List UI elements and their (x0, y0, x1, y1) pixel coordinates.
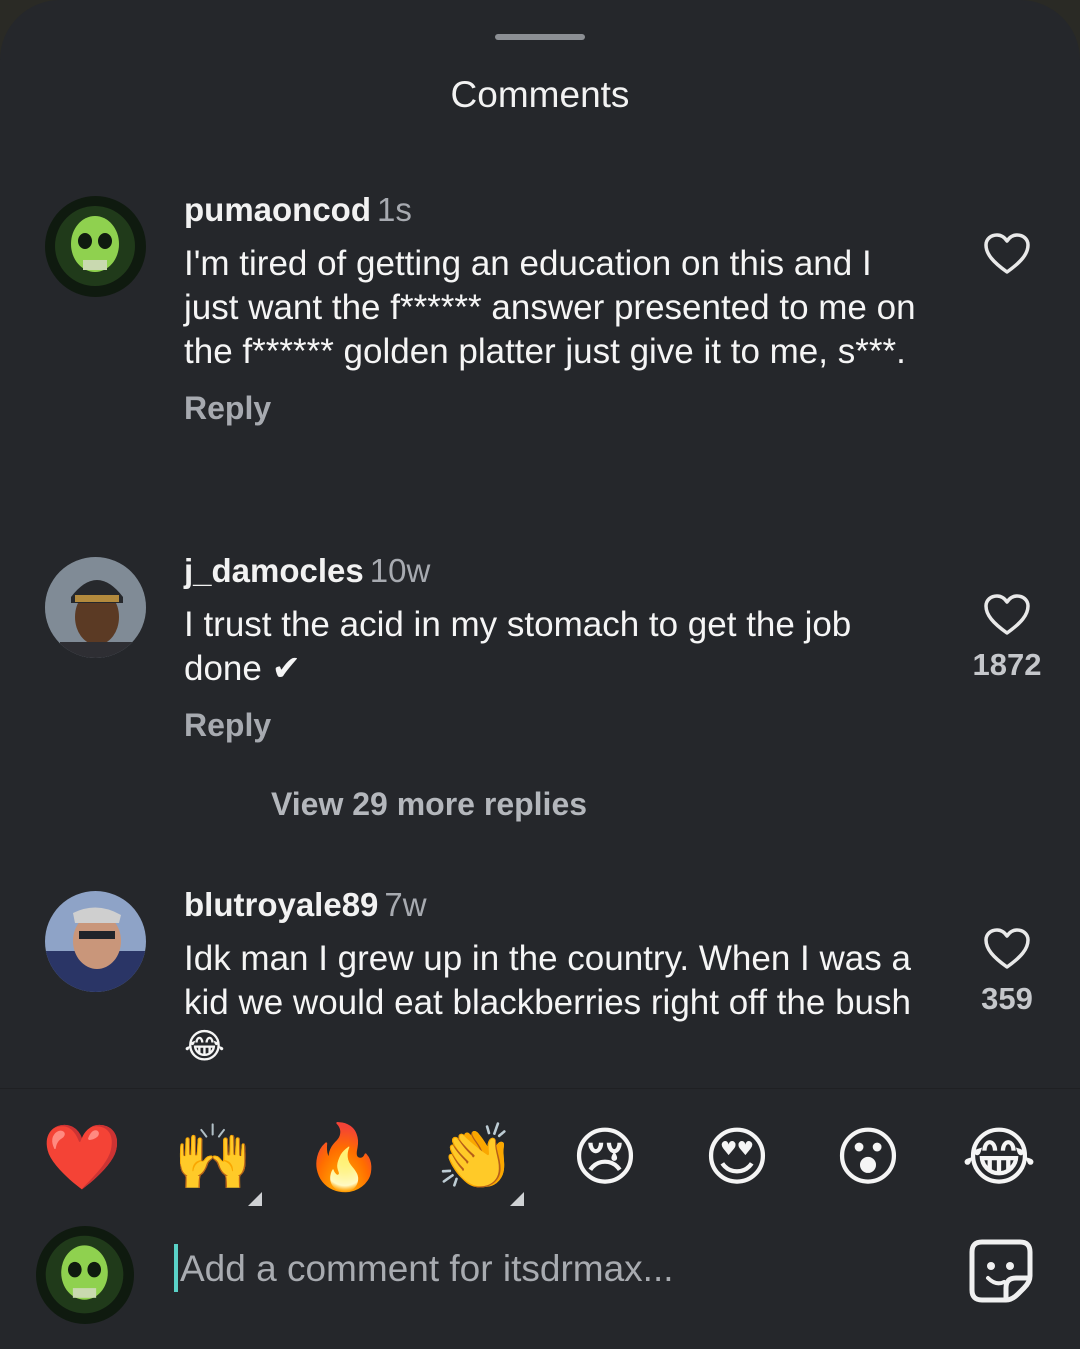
comment-username[interactable]: j_damocles (184, 552, 364, 589)
comment-time: 10w (369, 552, 431, 589)
emoji-tears-of-joy[interactable]: 😂 (961, 1120, 1037, 1196)
drag-handle[interactable] (495, 34, 585, 40)
text-cursor (174, 1244, 178, 1292)
like-button[interactable] (972, 232, 1042, 286)
reply-button[interactable]: Reply (184, 390, 924, 427)
like-count: 359 (981, 981, 1033, 1016)
emoji-clapping[interactable]: 👏 (436, 1120, 516, 1196)
heart-outline-icon (984, 928, 1030, 969)
heart-outline-icon (984, 233, 1030, 274)
sticker-smile-icon (969, 1239, 1033, 1303)
sheet-title: Comments (450, 74, 630, 115)
comments-sheet: Comments pumaoncod 1s I'm tired of gettin… (0, 0, 1080, 1349)
emoji-crying[interactable]: 😢 (567, 1120, 643, 1196)
emoji-fire[interactable]: 🔥 (304, 1120, 384, 1196)
emoji-surprised[interactable]: 😮 (830, 1120, 906, 1196)
emoji-heart[interactable]: ❤️ (42, 1120, 122, 1196)
like-button[interactable]: 1872 (972, 593, 1042, 683)
like-count: 1872 (972, 647, 1042, 682)
comment-time: 7w (384, 886, 427, 923)
emoji-raised-hands[interactable]: 🙌 (173, 1120, 253, 1196)
comment-text: I trust the acid in my stomach to get th… (184, 605, 852, 688)
comment-username[interactable]: pumaoncod (184, 191, 371, 228)
heart-outline-icon (984, 594, 1030, 635)
comment-body: j_damocles 10w I trust the acid in my sto… (184, 551, 924, 744)
my-avatar (36, 1226, 134, 1324)
avatar[interactable] (45, 557, 146, 658)
reply-button[interactable]: Reply (184, 707, 924, 744)
comment-username[interactable]: blutroyale89 (184, 886, 378, 923)
avatar[interactable] (45, 196, 146, 297)
view-more-replies[interactable]: View 29 more replies (271, 786, 587, 823)
skin-tone-indicator (510, 1192, 524, 1206)
comment-time: 1s (377, 191, 412, 228)
comment-input[interactable]: Add a comment for itsdrmax... (180, 1248, 900, 1290)
emoji-heart-eyes[interactable]: 😍 (699, 1120, 775, 1196)
comment-text: Idk man I grew up in the country. When I… (184, 939, 911, 1066)
skin-tone-indicator (248, 1192, 262, 1206)
comment-composer: Add a comment for itsdrmax... (0, 1222, 1080, 1324)
like-button[interactable]: 359 (972, 927, 1042, 1017)
comment-body: blutroyale89 7w Idk man I grew up in the … (184, 885, 924, 1069)
comment-text: I'm tired of getting an education on thi… (184, 244, 916, 371)
sticker-button[interactable] (968, 1238, 1034, 1304)
comment-body: pumaoncod 1s I'm tired of getting an educ… (184, 190, 924, 427)
avatar[interactable] (45, 891, 146, 992)
